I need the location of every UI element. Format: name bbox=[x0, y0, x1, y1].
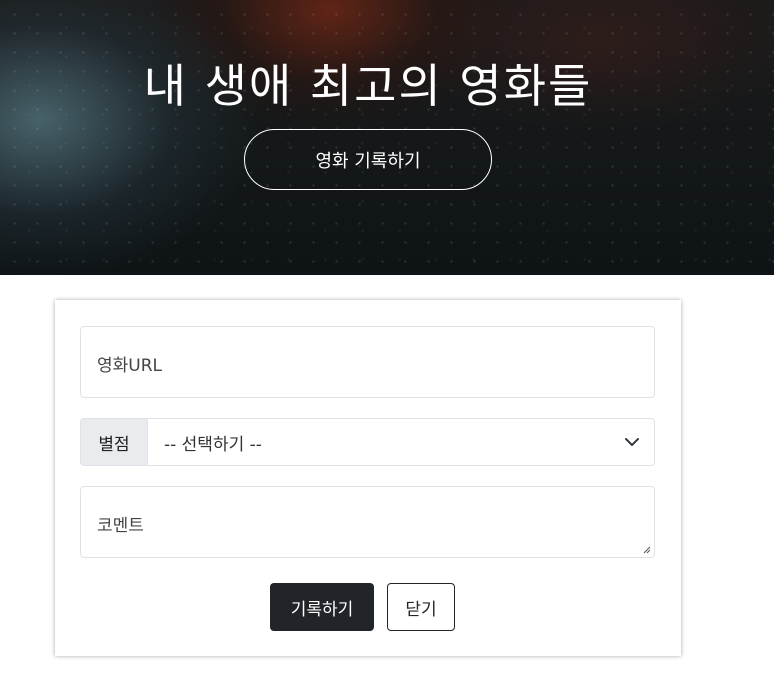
movie-url-input[interactable]: 영화URL bbox=[80, 326, 655, 398]
rating-select-group[interactable]: 별점 -- 선택하기 -- bbox=[80, 418, 655, 466]
post-form-card: 영화URL 별점 -- 선택하기 -- 코멘트 기록하기 닫기 bbox=[55, 300, 681, 656]
submit-button[interactable]: 기록하기 bbox=[270, 583, 374, 631]
record-movie-button[interactable]: 영화 기록하기 bbox=[244, 129, 492, 190]
comment-placeholder: 코멘트 bbox=[97, 516, 144, 536]
rating-label: 별점 bbox=[81, 419, 148, 465]
page-title: 내 생애 최고의 영화들 bbox=[143, 59, 593, 113]
hero-banner: 내 생애 최고의 영화들 영화 기록하기 bbox=[0, 0, 774, 275]
resize-handle-icon[interactable] bbox=[643, 546, 651, 554]
close-button[interactable]: 닫기 bbox=[387, 583, 455, 631]
chevron-down-icon[interactable] bbox=[610, 419, 654, 465]
rating-select-value[interactable]: -- 선택하기 -- bbox=[148, 419, 610, 465]
comment-textarea[interactable]: 코멘트 bbox=[80, 486, 655, 558]
